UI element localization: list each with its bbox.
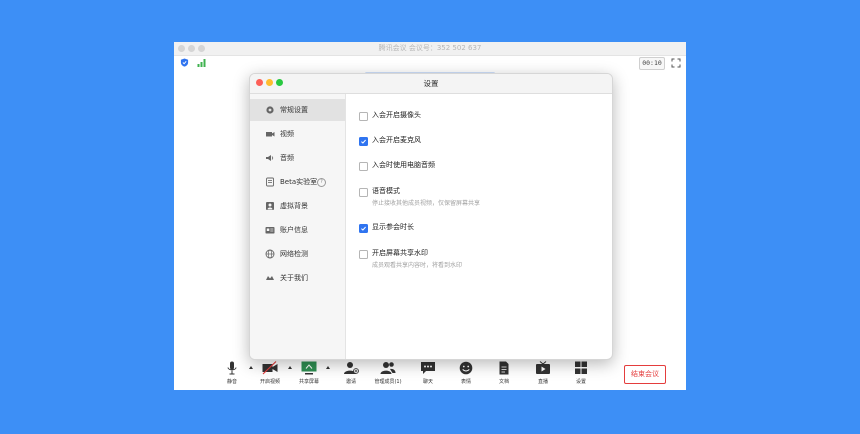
portrait-icon xyxy=(266,202,274,210)
camera-icon xyxy=(266,132,275,137)
live-button[interactable]: 直播 xyxy=(535,359,551,389)
sidebar-item-label: 视频 xyxy=(280,130,294,138)
mute-label: 静音 xyxy=(226,379,237,385)
option-label: 入会开启摄像头 xyxy=(372,111,421,119)
chat-icon xyxy=(421,362,435,374)
live-label: 直播 xyxy=(537,379,548,385)
status-bar: 00:10 xyxy=(174,56,686,70)
gear-icon xyxy=(266,106,274,114)
option-description: 停止接收其他成员视频，仅保留屏幕共享 xyxy=(372,200,481,207)
sidebar-item-label: Beta实验室 xyxy=(280,178,318,186)
checkbox[interactable] xyxy=(359,224,368,233)
chevron-up-icon[interactable] xyxy=(288,366,292,369)
sidebar-item-label: 常规设置 xyxy=(280,106,308,114)
smiley-icon xyxy=(459,361,473,375)
mute-button[interactable]: 静音 xyxy=(224,359,240,389)
sidebar-item-label: 网络检测 xyxy=(280,250,308,258)
sidebar-item-label: 虚拟背景 xyxy=(280,202,308,210)
info-icon xyxy=(266,276,274,280)
sidebar-item-about[interactable]: 关于我们 xyxy=(250,267,345,289)
sidebar-item-network-test[interactable]: 网络检测 xyxy=(250,243,345,265)
meeting-timer: 00:10 xyxy=(639,57,665,70)
settings-content: 入会开启摄像头 入会开启麦克风 入会时使用电脑音频 语音模式 停止接收其他成员视… xyxy=(346,94,612,359)
checkbox[interactable] xyxy=(359,250,368,259)
end-meeting-button[interactable]: 结束会议 xyxy=(624,365,666,384)
title-bar: 腾讯会议 会议号：352 502 637 xyxy=(174,42,686,56)
settings-dialog: 设置 常规设置 视频 音频 Beta实验室 ? 虚拟背景 账户信息 网络检测 关… xyxy=(249,73,613,360)
manage-members-label: 管理成员(1) xyxy=(374,379,402,385)
share-screen-button[interactable]: 共享屏幕 xyxy=(299,359,319,389)
emoji-label: 表情 xyxy=(460,379,471,385)
zoom-light[interactable] xyxy=(276,79,283,86)
start-video-button[interactable]: 开启视频 xyxy=(260,359,280,389)
live-tv-icon xyxy=(536,361,550,374)
checkbox[interactable] xyxy=(359,112,368,121)
manage-members-button[interactable]: 管理成员(1) xyxy=(374,359,402,389)
chevron-up-icon[interactable] xyxy=(326,366,330,369)
screen-share-icon xyxy=(301,361,317,375)
option-label: 开启屏幕共享水印 xyxy=(372,249,428,257)
flask-icon xyxy=(266,177,274,187)
invite-button[interactable]: 邀请 xyxy=(343,359,359,389)
docs-button[interactable]: 文档 xyxy=(496,359,512,389)
grid-settings-icon xyxy=(575,361,587,374)
share-screen-label: 共享屏幕 xyxy=(298,379,319,385)
chat-button[interactable]: 聊天 xyxy=(420,359,436,389)
option-label: 入会开启麦克风 xyxy=(372,136,421,144)
speaker-icon xyxy=(266,155,274,161)
id-card-icon xyxy=(265,227,275,234)
start-video-label: 开启视频 xyxy=(259,379,280,385)
sidebar-item-video[interactable]: 视频 xyxy=(250,123,345,145)
globe-icon xyxy=(265,249,275,259)
video-off-icon xyxy=(262,361,278,375)
document-icon xyxy=(499,361,509,375)
checkbox[interactable] xyxy=(359,137,368,146)
chevron-up-icon[interactable] xyxy=(249,366,253,369)
meeting-toolbar: 静音 开启视频 共享屏幕 邀请 管理成员(1) 聊天 表情 文档 直播 设置 结… xyxy=(174,356,686,390)
sidebar-item-label: 账户信息 xyxy=(280,226,308,234)
sidebar-item-general[interactable]: 常规设置 xyxy=(250,99,345,121)
sidebar-item-audio[interactable]: 音频 xyxy=(250,147,345,169)
microphone-icon xyxy=(227,361,237,375)
checkbox[interactable] xyxy=(359,162,368,171)
settings-title: 设置 xyxy=(250,74,612,94)
emoji-button[interactable]: 表情 xyxy=(458,359,474,389)
window-title: 腾讯会议 会议号：352 502 637 xyxy=(378,44,482,52)
shield-icon[interactable] xyxy=(180,58,189,67)
close-light[interactable] xyxy=(256,79,263,86)
invite-label: 邀请 xyxy=(345,379,356,385)
sidebar-item-label: 音频 xyxy=(280,154,294,162)
add-user-icon xyxy=(344,362,359,374)
checkbox[interactable] xyxy=(359,188,368,197)
checkmark-icon xyxy=(361,139,366,144)
minimize-light[interactable] xyxy=(266,79,273,86)
settings-sidebar: 常规设置 视频 音频 Beta实验室 ? 虚拟背景 账户信息 网络检测 关于我们 xyxy=(250,94,346,359)
option-description: 成员观看共享内容时，将看到水印 xyxy=(372,262,463,269)
sidebar-item-account[interactable]: 账户信息 xyxy=(250,219,345,241)
docs-label: 文档 xyxy=(498,379,509,385)
checkmark-icon xyxy=(361,226,366,231)
sidebar-item-beta-lab[interactable]: Beta实验室 ? xyxy=(250,171,345,193)
members-icon xyxy=(380,362,396,374)
fullscreen-icon[interactable] xyxy=(671,58,681,68)
option-label: 显示参会时长 xyxy=(372,223,414,231)
sidebar-item-virtual-background[interactable]: 虚拟背景 xyxy=(250,195,345,217)
settings-button[interactable]: 设置 xyxy=(573,359,589,389)
option-label: 入会时使用电脑音频 xyxy=(372,161,435,169)
chat-label: 聊天 xyxy=(422,379,433,385)
help-icon[interactable]: ? xyxy=(317,178,326,187)
signal-icon[interactable] xyxy=(197,58,207,67)
option-label: 语音模式 xyxy=(372,187,400,195)
settings-label: 设置 xyxy=(575,379,586,385)
sidebar-item-label: 关于我们 xyxy=(280,274,308,282)
